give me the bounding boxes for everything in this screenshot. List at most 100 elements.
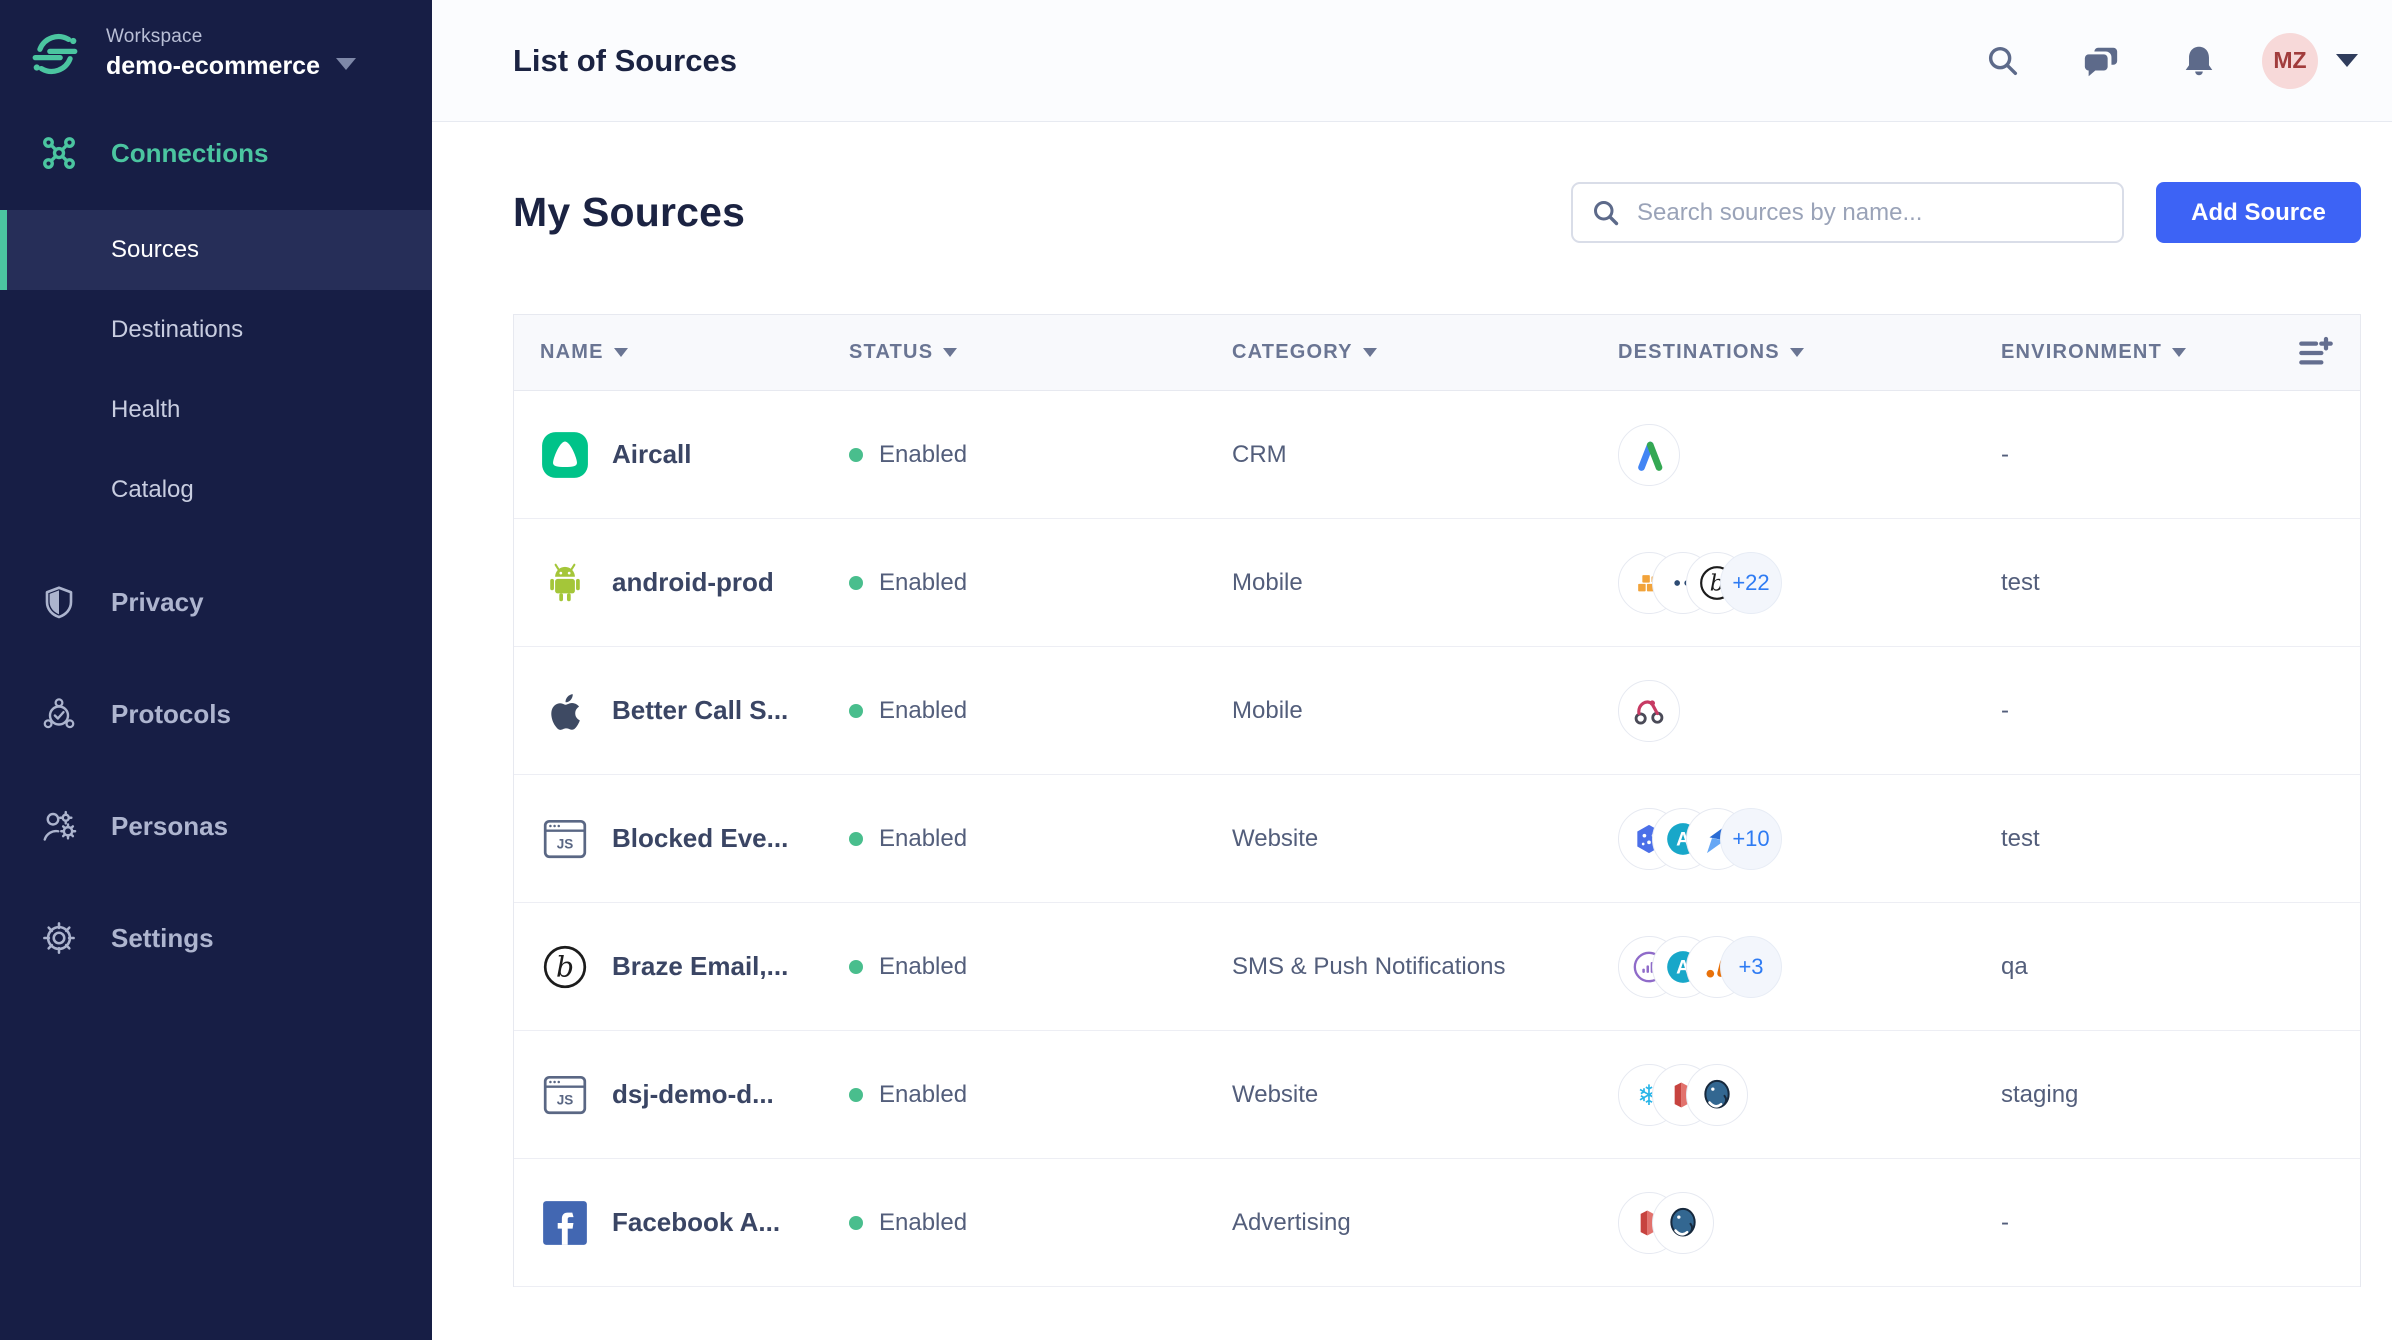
status-label: Enabled (879, 1080, 968, 1108)
status-dot (849, 447, 863, 462)
column-header-status[interactable]: STATUS (849, 341, 1232, 364)
search-sources-input[interactable] (1637, 198, 2104, 227)
table-row[interactable]: JS dsj-demo-d... Enabled Website ❄ stagi… (514, 1031, 2360, 1159)
status-label: Enabled (879, 1208, 968, 1236)
topbar: List of Sources MZ (432, 0, 2392, 122)
gear-icon (43, 922, 75, 954)
destination-webhook-icon (1618, 679, 1680, 742)
environment-label: qa (2001, 952, 2028, 980)
table-row[interactable]: android-prod Enabled Mobile b +22 test (514, 519, 2360, 647)
source-name: Aircall (612, 439, 692, 469)
braze-logo-icon: b (543, 945, 587, 988)
sidebar-item-protocols[interactable]: Protocols (0, 674, 432, 754)
sources-table: NAME STATUS CATEGORY DESTINATIONS ENVIRO… (513, 314, 2361, 1287)
android-logo-icon (550, 563, 580, 601)
sidebar-item-label: Destinations (111, 316, 244, 343)
destinations-overflow-badge[interactable]: +10 (1720, 807, 1782, 870)
status-label: Enabled (879, 824, 968, 852)
chat-icon[interactable] (2082, 42, 2120, 80)
svg-text:b: b (556, 950, 574, 983)
category-label: Mobile (1232, 696, 1303, 724)
destinations-cell (1618, 423, 2001, 486)
status-label: Enabled (879, 568, 968, 596)
environment-label: - (2001, 696, 2009, 724)
destinations-cell: A +10 (1618, 807, 2001, 870)
search-icon (1594, 200, 1619, 225)
destinations-overflow-badge[interactable]: +3 (1720, 935, 1782, 998)
column-header-name[interactable]: NAME (540, 341, 849, 364)
category-label: SMS & Push Notifications (1232, 952, 1506, 980)
table-row[interactable]: JS Blocked Eve... Enabled Website A +10 … (514, 775, 2360, 903)
destination-postgresql-icon (1652, 1191, 1714, 1254)
aircall-logo-icon (542, 431, 588, 478)
add-source-button[interactable]: Add Source (2156, 182, 2361, 243)
sort-caret-icon (1789, 348, 1804, 357)
sidebar-item-connections[interactable]: Connections (0, 113, 432, 193)
environment-label: test (2001, 568, 2040, 596)
status-dot (849, 1215, 863, 1230)
destinations-overflow-badge[interactable]: +22 (1720, 551, 1782, 614)
environment-label: - (2001, 440, 2009, 468)
sidebar-item-health[interactable]: Health (0, 370, 432, 450)
table-row[interactable]: Facebook A... Enabled Advertising - (514, 1159, 2360, 1287)
column-header-destinations[interactable]: DESTINATIONS (1618, 341, 2001, 364)
destinations-cell (1618, 679, 2001, 742)
protocols-icon (43, 698, 75, 729)
apple-logo-icon (551, 693, 580, 730)
environment-label: - (2001, 1208, 2009, 1236)
sidebar: Workspace demo-ecommerce Connections Sou… (0, 0, 432, 1340)
segment-logo-icon (32, 33, 78, 74)
status-dot (849, 831, 863, 846)
category-label: Advertising (1232, 1208, 1351, 1236)
status-label: Enabled (879, 952, 968, 980)
sidebar-item-label: Personas (111, 810, 229, 841)
environment-label: test (2001, 824, 2040, 852)
source-name: Better Call S... (612, 695, 789, 725)
sidebar-item-catalog[interactable]: Catalog (0, 450, 432, 530)
destination-postgresql-icon (1686, 1063, 1748, 1126)
content: My Sources Add Source NAME (432, 122, 2392, 1340)
status-label: Enabled (879, 440, 968, 468)
main-area: List of Sources MZ My Sources Search sou… (432, 0, 2392, 1340)
sidebar-item-sources[interactable]: Sources (0, 210, 432, 290)
avatar-initials: MZ (2273, 47, 2307, 73)
table-row[interactable]: Aircall Enabled CRM - (514, 391, 2360, 519)
app-window: Workspace demo-ecommerce Connections Sou… (0, 0, 2392, 1340)
source-name: Blocked Eve... (612, 823, 789, 853)
javascript-website-icon: JS (543, 1075, 587, 1114)
svg-text:JS: JS (557, 836, 574, 851)
bell-icon[interactable] (2180, 42, 2218, 80)
sidebar-item-personas[interactable]: Personas (0, 786, 432, 866)
status-dot (849, 1087, 863, 1102)
sidebar-item-label: Catalog (111, 476, 194, 503)
sidebar-item-settings[interactable]: Settings (0, 898, 432, 978)
workspace-label: Workspace (106, 26, 203, 47)
chevron-down-icon (335, 57, 356, 70)
column-settings-icon[interactable] (2296, 333, 2336, 373)
search-icon[interactable] (1984, 42, 2022, 80)
status-label: Enabled (879, 696, 968, 724)
table-row[interactable]: Better Call S... Enabled Mobile - (514, 647, 2360, 775)
sort-caret-icon (2171, 348, 2186, 357)
status-dot (849, 959, 863, 974)
source-name: dsj-demo-d... (612, 1079, 774, 1109)
sidebar-item-privacy[interactable]: Privacy (0, 562, 432, 642)
sidebar-item-destinations[interactable]: Destinations (0, 290, 432, 370)
column-header-category[interactable]: CATEGORY (1232, 341, 1618, 364)
account-menu-caret-icon[interactable] (2336, 54, 2358, 67)
status-dot (849, 703, 863, 718)
sources-search-box (1571, 182, 2124, 243)
category-label: Website (1232, 1080, 1319, 1108)
avatar[interactable]: MZ (2262, 32, 2318, 89)
personas-icon (43, 810, 77, 841)
table-row[interactable]: b Braze Email,... Enabled SMS & Push Not… (514, 903, 2360, 1031)
status-dot (849, 575, 863, 590)
table-header-row: NAME STATUS CATEGORY DESTINATIONS ENVIRO… (514, 315, 2360, 391)
sort-caret-icon (1362, 348, 1377, 357)
source-name: Braze Email,... (612, 951, 789, 981)
workspace-name: demo-ecommerce (106, 52, 320, 80)
page-title: My Sources (513, 189, 746, 235)
facebook-logo-icon (543, 1200, 587, 1245)
workspace-switcher[interactable]: Workspace demo-ecommerce (0, 0, 432, 99)
environment-label: staging (2001, 1080, 2079, 1108)
